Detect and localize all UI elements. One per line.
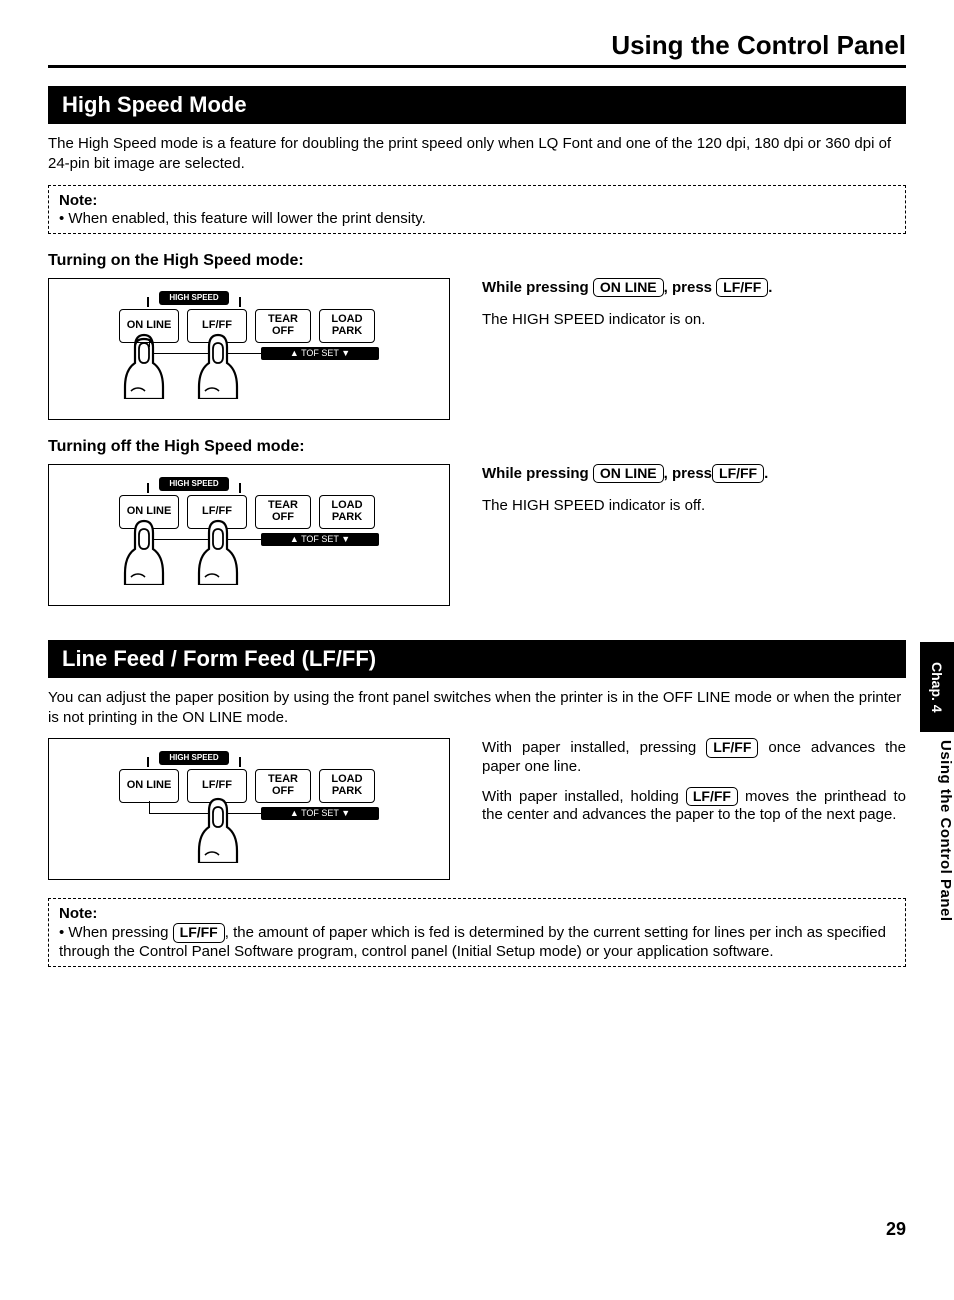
panel-button-tearoff: TEAROFF: [255, 495, 311, 529]
finger-icon: [195, 519, 241, 585]
section-lfff: Line Feed / Form Feed (LF/FF): [48, 640, 906, 678]
keycap-online: ON LINE: [593, 464, 664, 484]
bracket: [147, 483, 149, 493]
title-rule: [48, 65, 906, 68]
t: With paper installed, pressing: [482, 739, 706, 756]
page-title: Using the Control Panel: [48, 30, 906, 61]
lfff-hold: With paper installed, holding LF/FF move…: [482, 787, 906, 824]
t: PARK: [320, 512, 374, 524]
t: When pressing: [68, 924, 172, 941]
diagram-lfff: HIGH SPEED ON LINE LF/FF TEAROFF LOADPAR…: [48, 738, 450, 880]
t: , press: [664, 465, 712, 482]
panel-button-online: ON LINE: [119, 769, 179, 803]
finger-icon: [121, 333, 167, 399]
t: OFF: [256, 786, 310, 798]
t: .: [768, 279, 772, 296]
note-text: • When pressing LF/FF, the amount of pap…: [59, 923, 895, 960]
turning-off-heading: Turning off the High Speed mode:: [48, 438, 906, 456]
tof-set-bar: ▲ TOF SET ▼: [261, 347, 379, 360]
t: PARK: [320, 326, 374, 338]
turn-on-instruction: While pressing ON LINE, press LF/FF.: [482, 278, 906, 298]
note-title: Note:: [59, 192, 97, 209]
panel-button-tearoff: TEAROFF: [255, 769, 311, 803]
lfff-intro: You can adjust the paper position by usi…: [48, 688, 906, 729]
bracket: [147, 757, 149, 767]
panel-button-loadpark: LOADPARK: [319, 495, 375, 529]
chapter-tab: Chap. 4: [920, 642, 954, 732]
turn-off-instruction: While pressing ON LINE, pressLF/FF.: [482, 464, 906, 484]
turn-on-result: The HIGH SPEED indicator is on.: [482, 311, 906, 328]
diagram-turn-on: HIGH SPEED ON LINE LF/FF TEAROFF LOADPAR…: [48, 278, 450, 420]
section-tab: Using the Control Panel: [920, 740, 954, 922]
diagram-turn-off: HIGH SPEED ON LINE LF/FF TEAROFF LOADPAR…: [48, 464, 450, 606]
finger-icon: [121, 519, 167, 585]
t: OFF: [256, 326, 310, 338]
bracket: [239, 483, 241, 493]
bracket: [239, 757, 241, 767]
keycap-lfff: LF/FF: [706, 738, 758, 758]
turn-off-result: The HIGH SPEED indicator is off.: [482, 497, 906, 514]
note-title: Note:: [59, 905, 97, 922]
panel-button-tearoff: TEAROFF: [255, 309, 311, 343]
note-text: • When enabled, this feature will lower …: [59, 210, 895, 227]
keycap-online: ON LINE: [593, 278, 664, 298]
high-speed-indicator: HIGH SPEED: [159, 477, 229, 491]
tof-set-bar: ▲ TOF SET ▼: [261, 807, 379, 820]
t: While pressing: [482, 465, 593, 482]
keycap-lfff: LF/FF: [716, 278, 768, 298]
turning-on-heading: Turning on the High Speed mode:: [48, 252, 906, 270]
bracket: [239, 297, 241, 307]
t: PARK: [320, 786, 374, 798]
finger-icon: [195, 333, 241, 399]
high-speed-indicator: HIGH SPEED: [159, 751, 229, 765]
section-high-speed: High Speed Mode: [48, 86, 906, 124]
t: .: [764, 465, 768, 482]
panel-button-loadpark: LOADPARK: [319, 769, 375, 803]
note-text-content: When enabled, this feature will lower th…: [68, 210, 425, 227]
high-speed-intro: The High Speed mode is a feature for dou…: [48, 134, 906, 175]
bracket: [147, 297, 149, 307]
finger-icon: [195, 797, 241, 863]
high-speed-indicator: HIGH SPEED: [159, 291, 229, 305]
t: TEAR: [256, 500, 310, 512]
t: LOAD: [320, 500, 374, 512]
t: LOAD: [320, 314, 374, 326]
t: , press: [664, 279, 717, 296]
tof-set-bar: ▲ TOF SET ▼: [261, 533, 379, 546]
lfff-note: Note: • When pressing LF/FF, the amount …: [48, 898, 906, 967]
page-number: 29: [886, 1219, 906, 1240]
lfff-press-once: With paper installed, pressing LF/FF onc…: [482, 738, 906, 775]
panel-button-loadpark: LOADPARK: [319, 309, 375, 343]
t: OFF: [256, 512, 310, 524]
t: With paper installed, holding: [482, 788, 686, 805]
keycap-lfff: LF/FF: [173, 923, 225, 943]
t: TEAR: [256, 314, 310, 326]
keycap-lfff: LF/FF: [686, 787, 738, 807]
t: While pressing: [482, 279, 593, 296]
keycap-lfff: LF/FF: [712, 464, 764, 484]
high-speed-note: Note: • When enabled, this feature will …: [48, 185, 906, 234]
